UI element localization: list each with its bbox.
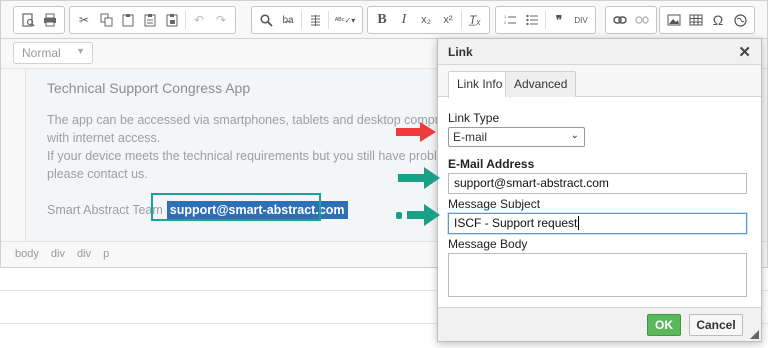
unlink-icon[interactable] [631, 9, 653, 31]
message-body-label: Message Body [448, 237, 528, 251]
path-item-body[interactable]: body [15, 248, 39, 260]
toolbar-group-document [13, 6, 65, 34]
tab-link-info[interactable]: Link Info [448, 71, 512, 98]
bulleted-list-icon[interactable] [521, 9, 543, 31]
superscript-icon[interactable]: x² [437, 9, 459, 31]
numbered-list-icon[interactable]: 12 [499, 9, 521, 31]
message-subject-value: ISCF - Support request [454, 216, 578, 230]
dialog-title: Link [448, 45, 473, 59]
separator [545, 11, 546, 29]
path-item-div[interactable]: div [77, 248, 91, 260]
find-icon[interactable] [255, 9, 277, 31]
link-type-select[interactable]: E-mail ⌄ [448, 127, 585, 147]
redo-icon[interactable]: ↷ [210, 9, 232, 31]
chevron-down-icon: ⌄ [570, 130, 579, 141]
resize-handle[interactable] [750, 330, 759, 339]
paragraph-line: If your device meets the technical requi… [47, 149, 464, 163]
toolbar-group-paragraph: 12 ❞ DIV [495, 6, 596, 34]
separator [461, 11, 462, 29]
bold-icon[interactable]: B [371, 9, 393, 31]
toolbar-group-editing: b̶a ᴬᴮᶜ✓▾ [251, 6, 363, 34]
email-address-field[interactable]: support@smart-abstract.com [448, 173, 747, 194]
editor-toolbar: ✂ ↶ ↷ b̶a ᴬᴮᶜ✓▾ B I x₂ x² T̲ₓ 1 2 ❞ DIV … [1, 1, 767, 39]
tab-advanced[interactable]: Advanced [505, 71, 577, 97]
content-heading: Technical Support Congress App [47, 80, 251, 96]
dialog-tabs: Link Info Advanced [438, 65, 761, 98]
svg-text:1: 1 [504, 14, 507, 19]
image-icon[interactable] [663, 9, 685, 31]
italic-icon[interactable]: I [393, 9, 415, 31]
paste-text-icon[interactable] [139, 9, 161, 31]
email-address-label: E-Mail Address [448, 157, 535, 171]
green-arrow-icon [398, 167, 440, 189]
iframe-icon[interactable] [729, 9, 751, 31]
chevron-down-icon: ▼ [76, 46, 85, 56]
spellcheck-icon[interactable]: ᴬᴮᶜ✓▾ [331, 9, 359, 31]
toolbar-group-links [605, 6, 657, 34]
link-icon[interactable] [609, 9, 631, 31]
toolbar-group-basicstyles: B I x₂ x² T̲ₓ [367, 6, 490, 34]
cancel-button[interactable]: Cancel [689, 314, 743, 336]
paste-word-icon[interactable] [161, 9, 183, 31]
separator [301, 11, 302, 29]
replace-icon[interactable]: b̶a [277, 9, 299, 31]
link-dialog: Link ✕ Link Info Advanced Link Type E-ma… [437, 38, 762, 342]
blockquote-icon[interactable]: ❞ [548, 9, 570, 31]
highlight-box [151, 193, 321, 221]
signature-text: Smart Abstract Team [47, 203, 163, 217]
toolbar-group-insert: Ω [659, 6, 755, 34]
green-dashed-arrow-icon [396, 204, 440, 226]
ok-button[interactable]: OK [647, 314, 681, 336]
text-cursor [578, 216, 580, 230]
path-item-p[interactable]: p [103, 248, 109, 260]
svg-text:2: 2 [504, 20, 507, 25]
separator [185, 11, 186, 29]
copy-icon[interactable] [95, 9, 117, 31]
close-icon[interactable]: ✕ [738, 43, 751, 61]
div-icon[interactable]: DIV [570, 9, 592, 31]
select-all-icon[interactable] [304, 9, 326, 31]
format-select[interactable]: Normal ▼ [13, 42, 93, 64]
paste-icon[interactable] [117, 9, 139, 31]
path-item-div[interactable]: div [51, 248, 65, 260]
message-subject-field[interactable]: ISCF - Support request [448, 213, 747, 234]
subscript-icon[interactable]: x₂ [415, 9, 437, 31]
table-icon[interactable] [685, 9, 707, 31]
separator [328, 11, 329, 29]
cut-icon[interactable]: ✂ [73, 9, 95, 31]
print-icon[interactable] [39, 9, 61, 31]
format-select-value: Normal [22, 46, 61, 60]
dialog-footer: OK Cancel [438, 307, 761, 341]
remove-format-icon[interactable]: T̲ₓ [464, 9, 486, 31]
dialog-header: Link ✕ [438, 39, 761, 65]
message-subject-label: Message Subject [448, 197, 541, 211]
link-type-label: Link Type [448, 111, 500, 125]
special-char-icon[interactable]: Ω [707, 9, 729, 31]
message-body-field[interactable] [448, 253, 747, 297]
undo-icon[interactable]: ↶ [188, 9, 210, 31]
toolbar-group-clipboard: ✂ ↶ ↷ [69, 6, 236, 34]
red-arrow-icon [396, 122, 436, 142]
link-form: Link Type E-mail ⌄ E-Mail Address suppor… [448, 111, 748, 297]
link-type-value: E-mail [453, 130, 488, 144]
source-icon[interactable] [17, 9, 39, 31]
